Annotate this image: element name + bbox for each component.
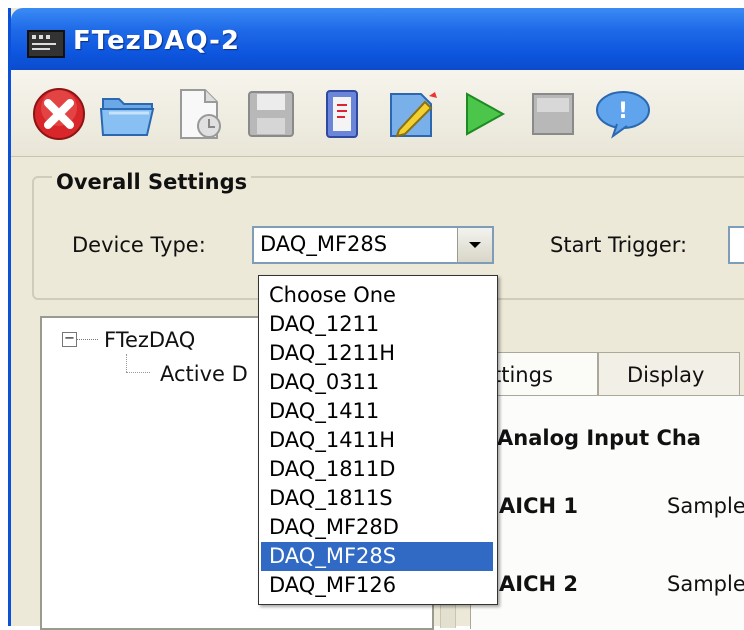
device-type-dropdown-list: Choose One DAQ_1211 DAQ_1211H DAQ_0311 D… <box>258 275 498 605</box>
analog-input-heading: Analog Input Cha <box>497 426 701 450</box>
dropdown-option[interactable]: DAQ_1211 <box>261 310 493 339</box>
dropdown-option[interactable]: DAQ_1411 <box>261 397 493 426</box>
tree-root-item[interactable]: FTezDAQ <box>104 328 195 352</box>
app-icon <box>27 30 65 58</box>
tree-connector <box>76 339 98 340</box>
edit-pen-icon[interactable] <box>381 82 445 146</box>
play-icon[interactable] <box>451 82 515 146</box>
collapse-icon[interactable]: − <box>62 332 77 347</box>
tree-child-item[interactable]: Active D <box>160 362 248 386</box>
dropdown-option[interactable]: DAQ_MF28D <box>261 513 493 542</box>
device-type-label: Device Type: <box>72 233 206 257</box>
channel-name: AICH 1 <box>499 494 578 518</box>
tab-display-label: Display <box>627 363 705 387</box>
help-bubble-icon[interactable]: ! <box>591 82 655 146</box>
tree-connector <box>126 354 127 372</box>
device-type-select[interactable]: DAQ_MF28S <box>252 226 494 264</box>
start-trigger-label: Start Trigger: <box>550 233 688 257</box>
svg-text:!: ! <box>618 99 628 124</box>
overall-settings-title: Overall Settings <box>52 170 252 194</box>
dropdown-option[interactable]: DAQ_1811D <box>261 455 493 484</box>
dropdown-option[interactable]: DAQ_1211H <box>261 339 493 368</box>
chevron-down-icon[interactable] <box>457 228 492 262</box>
save-disk-icon[interactable] <box>239 82 303 146</box>
channel-name: AICH 2 <box>499 572 578 596</box>
dropdown-option[interactable]: DAQ_MF126 <box>261 571 493 600</box>
toolbar: ! <box>11 70 744 157</box>
tree-connector <box>126 372 150 373</box>
dropdown-option[interactable]: DAQ_0311 <box>261 368 493 397</box>
dropdown-option-selected[interactable]: DAQ_MF28S <box>261 542 493 571</box>
device-type-value: DAQ_MF28S <box>260 232 388 256</box>
tab-strip: ttings Display <box>470 352 744 396</box>
channel-field-label: Sample <box>667 572 744 596</box>
window-title: FTezDAQ-2 <box>73 26 240 56</box>
dropdown-option[interactable]: DAQ_1411H <box>261 426 493 455</box>
dropdown-option[interactable]: Choose One <box>261 281 493 310</box>
close-red-icon[interactable] <box>27 82 91 146</box>
notebook-icon[interactable] <box>309 82 373 146</box>
title-bar[interactable]: FTezDAQ-2 <box>11 8 744 70</box>
tab-panel: Analog Input Cha AICH 1 Sample AICH 2 Sa… <box>470 395 744 629</box>
open-folder-icon[interactable] <box>97 82 161 146</box>
tab-settings-label: ttings <box>493 363 553 387</box>
new-document-icon[interactable] <box>167 82 231 146</box>
start-trigger-select[interactable] <box>728 226 744 264</box>
channel-field-label: Sample <box>667 494 744 518</box>
dropdown-option[interactable]: DAQ_1811S <box>261 484 493 513</box>
tab-display[interactable]: Display <box>598 352 740 395</box>
stop-icon[interactable] <box>521 82 585 146</box>
